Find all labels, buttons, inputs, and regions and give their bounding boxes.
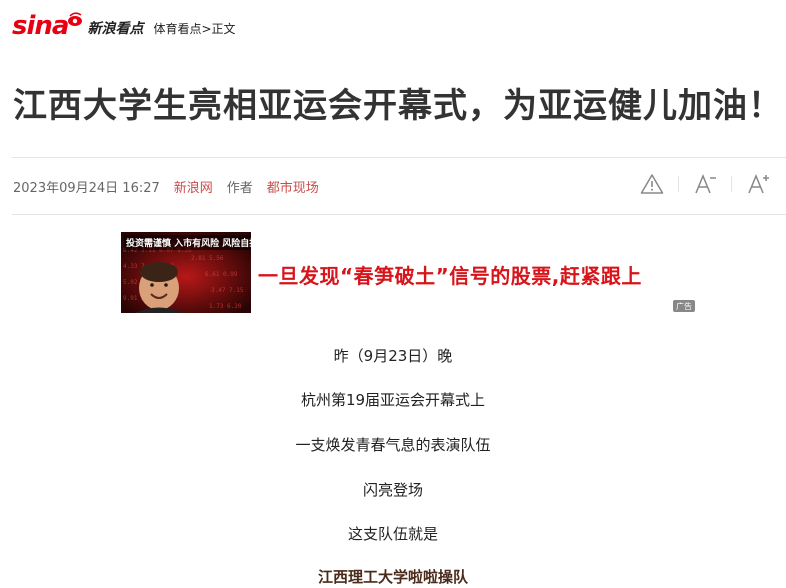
author-link[interactable]: 都市现场	[267, 177, 319, 196]
svg-text:6.61 0.99: 6.61 0.99	[205, 271, 238, 278]
paragraph: 杭州第19届亚运会开幕式上	[300, 391, 486, 409]
font-decrease-icon	[695, 174, 716, 194]
article-meta: 2023年09月24日 16:27 新浪网 作者 都市现场	[13, 177, 319, 196]
sina-logo[interactable]: sina 新浪看点	[12, 11, 144, 41]
ad-image[interactable]: 8.42 3.11 6.07 9.35 2.81 5.56 4.33 7.90 …	[121, 232, 251, 313]
svg-text:1.73 6.20: 1.73 6.20	[209, 303, 242, 310]
font-increase-button[interactable]	[746, 170, 772, 198]
author-label: 作者	[226, 180, 253, 196]
logo-cn-text: 新浪看点	[87, 21, 144, 37]
paragraph: 昨（9月23日）晚	[333, 347, 453, 365]
article-title: 江西大学生亮相亚运会开幕式，为亚运健儿加油！	[13, 86, 783, 126]
paragraph-highlight: 江西理工大学啦啦操队	[317, 568, 468, 586]
svg-text:3.47 7.15: 3.47 7.15	[211, 287, 244, 294]
ad-banner[interactable]: 8.42 3.11 6.07 9.35 2.81 5.56 4.33 7.90 …	[121, 232, 699, 313]
article-tools	[640, 170, 772, 198]
paragraph: 这支队伍就是	[347, 525, 438, 543]
warning-icon	[640, 174, 664, 194]
svg-text:2.81 5.56: 2.81 5.56	[191, 255, 224, 262]
tool-separator	[731, 176, 732, 192]
source-link[interactable]: 新浪网	[174, 177, 213, 196]
divider	[12, 214, 786, 215]
ad-headline[interactable]: 一旦发现“春笋破土”信号的股票,赶紧跟上	[258, 260, 642, 289]
site-header: sina 新浪看点 体育看点>正文	[12, 8, 236, 44]
divider	[12, 157, 786, 158]
sina-eye-icon	[68, 12, 83, 26]
font-increase-icon	[748, 174, 769, 194]
tool-separator	[678, 176, 679, 192]
publish-date: 2023年09月24日 16:27	[13, 180, 160, 196]
font-decrease-button[interactable]	[693, 170, 717, 198]
ad-badge: 广告	[673, 300, 695, 312]
paragraph: 一支焕发青春气息的表演队伍	[295, 436, 491, 454]
logo-text: sina	[12, 11, 69, 41]
paragraph: 闪亮登场	[362, 481, 423, 499]
report-button[interactable]	[640, 170, 664, 198]
breadcrumb[interactable]: 体育看点>正文	[153, 20, 235, 37]
ad-disclaimer: 投资需谨慎 入市有风险 风险自担	[124, 235, 251, 250]
